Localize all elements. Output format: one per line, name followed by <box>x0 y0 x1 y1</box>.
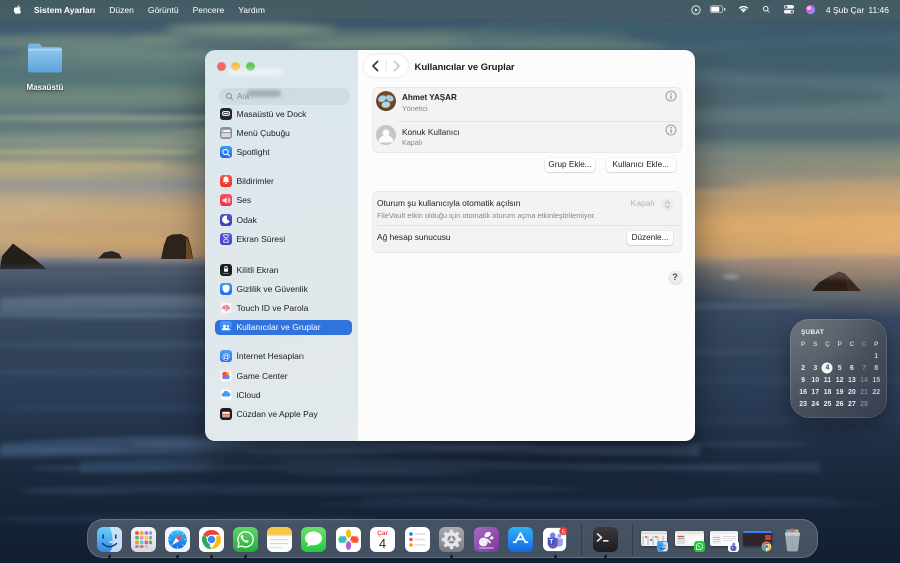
svg-text:T: T <box>549 539 553 545</box>
svg-text:T: T <box>731 546 733 550</box>
svg-text:5: 5 <box>561 529 564 535</box>
svg-text:@: @ <box>221 352 229 361</box>
svg-text:business: business <box>479 546 493 550</box>
